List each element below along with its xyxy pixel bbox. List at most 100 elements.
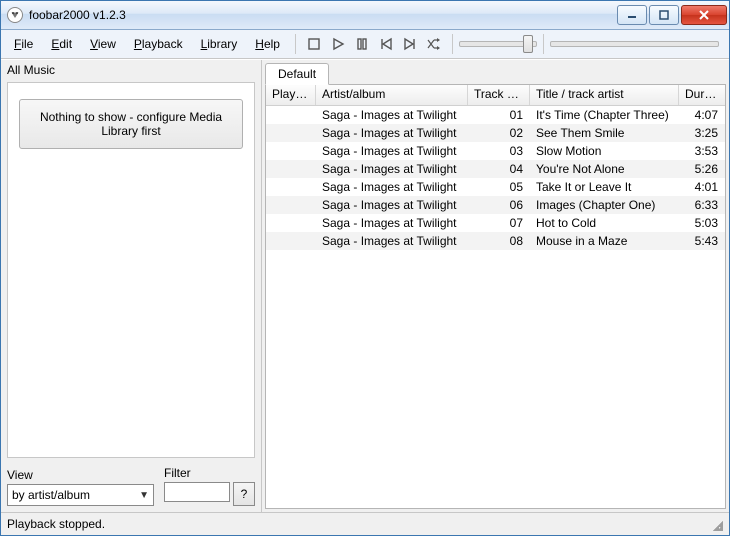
- col-playing[interactable]: Playing: [266, 85, 316, 105]
- cell-trackno: 07: [468, 215, 530, 231]
- table-row[interactable]: Saga - Images at Twilight01It's Time (Ch…: [266, 106, 725, 124]
- cell-title: You're Not Alone: [530, 161, 679, 177]
- cell-trackno: 06: [468, 197, 530, 213]
- cell-title: Slow Motion: [530, 143, 679, 159]
- seek-slider[interactable]: [550, 35, 719, 53]
- cell-playing: [266, 132, 316, 134]
- resize-grip[interactable]: [709, 517, 723, 531]
- view-dropdown-value: by artist/album: [12, 488, 90, 502]
- cell-trackno: 04: [468, 161, 530, 177]
- library-tree[interactable]: Nothing to show - configure Media Librar…: [7, 82, 255, 458]
- playlist-header: Playing Artist/album Track no Title / tr…: [266, 85, 725, 106]
- library-controls: View by artist/album ▼ Filter ?: [1, 462, 261, 512]
- menu-library[interactable]: Library: [192, 33, 247, 55]
- cell-trackno: 02: [468, 125, 530, 141]
- app-icon: [7, 7, 23, 23]
- app-window: foobar2000 v1.2.3 File Edit View Playbac…: [0, 0, 730, 536]
- table-row[interactable]: Saga - Images at Twilight03Slow Motion3:…: [266, 142, 725, 160]
- table-row[interactable]: Saga - Images at Twilight02See Them Smil…: [266, 124, 725, 142]
- cell-artist: Saga - Images at Twilight: [316, 107, 468, 123]
- maximize-button[interactable]: [649, 5, 679, 25]
- col-duration[interactable]: Dura...: [679, 85, 725, 105]
- filter-label: Filter: [164, 466, 255, 480]
- cell-title: See Them Smile: [530, 125, 679, 141]
- cell-duration: 4:07: [679, 107, 725, 123]
- menu-edit[interactable]: Edit: [42, 33, 81, 55]
- playlist-tabs: Default: [262, 60, 729, 84]
- cell-artist: Saga - Images at Twilight: [316, 161, 468, 177]
- library-pane: All Music Nothing to show - configure Me…: [1, 60, 262, 512]
- playlist-pane: Default Playing Artist/album Track no Ti…: [262, 60, 729, 512]
- cell-trackno: 08: [468, 233, 530, 249]
- cell-artist: Saga - Images at Twilight: [316, 125, 468, 141]
- cell-artist: Saga - Images at Twilight: [316, 179, 468, 195]
- table-row[interactable]: Saga - Images at Twilight05Take It or Le…: [266, 178, 725, 196]
- cell-playing: [266, 240, 316, 242]
- toolbar-separator: [295, 34, 296, 54]
- menu-help[interactable]: Help: [246, 33, 289, 55]
- cell-duration: 4:01: [679, 179, 725, 195]
- library-pane-header: All Music: [1, 60, 261, 80]
- col-artist[interactable]: Artist/album: [316, 85, 468, 105]
- table-row[interactable]: Saga - Images at Twilight07Hot to Cold5:…: [266, 214, 725, 232]
- menu-file[interactable]: File: [5, 33, 42, 55]
- table-row[interactable]: Saga - Images at Twilight04You're Not Al…: [266, 160, 725, 178]
- play-button[interactable]: [327, 33, 349, 55]
- cell-artist: Saga - Images at Twilight: [316, 233, 468, 249]
- table-row[interactable]: Saga - Images at Twilight08Mouse in a Ma…: [266, 232, 725, 250]
- statusbar: Playback stopped.: [1, 512, 729, 535]
- cell-trackno: 01: [468, 107, 530, 123]
- cell-title: Mouse in a Maze: [530, 233, 679, 249]
- cell-trackno: 03: [468, 143, 530, 159]
- cell-artist: Saga - Images at Twilight: [316, 143, 468, 159]
- cell-artist: Saga - Images at Twilight: [316, 197, 468, 213]
- random-button[interactable]: [423, 33, 445, 55]
- table-row[interactable]: Saga - Images at Twilight06Images (Chapt…: [266, 196, 725, 214]
- cell-duration: 5:26: [679, 161, 725, 177]
- menubar: File Edit View Playback Library Help: [1, 30, 729, 59]
- view-dropdown[interactable]: by artist/album ▼: [7, 484, 154, 506]
- menu-playback[interactable]: Playback: [125, 33, 192, 55]
- cell-duration: 3:25: [679, 125, 725, 141]
- cell-duration: 5:43: [679, 233, 725, 249]
- stop-button[interactable]: [303, 33, 325, 55]
- cell-playing: [266, 186, 316, 188]
- cell-playing: [266, 150, 316, 152]
- col-trackno[interactable]: Track no: [468, 85, 530, 105]
- cell-trackno: 05: [468, 179, 530, 195]
- filter-input[interactable]: [164, 482, 230, 502]
- tab-default[interactable]: Default: [265, 63, 329, 85]
- playlist: Playing Artist/album Track no Title / tr…: [265, 84, 726, 509]
- toolbar-separator-3: [543, 34, 544, 54]
- pause-button[interactable]: [351, 33, 373, 55]
- cell-title: Take It or Leave It: [530, 179, 679, 195]
- view-label: View: [7, 468, 154, 482]
- minimize-button[interactable]: [617, 5, 647, 25]
- window-title: foobar2000 v1.2.3: [29, 8, 126, 22]
- cell-duration: 6:33: [679, 197, 725, 213]
- prev-button[interactable]: [375, 33, 397, 55]
- library-empty-button[interactable]: Nothing to show - configure Media Librar…: [19, 99, 243, 149]
- cell-playing: [266, 114, 316, 116]
- cell-playing: [266, 168, 316, 170]
- cell-duration: 3:53: [679, 143, 725, 159]
- cell-title: Images (Chapter One): [530, 197, 679, 213]
- toolbar-separator-2: [452, 34, 453, 54]
- filter-help-button[interactable]: ?: [233, 482, 255, 506]
- cell-artist: Saga - Images at Twilight: [316, 215, 468, 231]
- window-buttons: [617, 5, 727, 25]
- close-button[interactable]: [681, 5, 727, 25]
- menu-view[interactable]: View: [81, 33, 125, 55]
- col-title[interactable]: Title / track artist: [530, 85, 679, 105]
- cell-title: It's Time (Chapter Three): [530, 107, 679, 123]
- cell-title: Hot to Cold: [530, 215, 679, 231]
- volume-slider[interactable]: [459, 35, 537, 53]
- cell-duration: 5:03: [679, 215, 725, 231]
- chevron-down-icon: ▼: [139, 490, 149, 501]
- titlebar[interactable]: foobar2000 v1.2.3: [1, 1, 729, 30]
- status-text: Playback stopped.: [7, 517, 105, 531]
- playlist-rows[interactable]: Saga - Images at Twilight01It's Time (Ch…: [266, 106, 725, 508]
- body: All Music Nothing to show - configure Me…: [1, 59, 729, 512]
- cell-playing: [266, 204, 316, 206]
- next-button[interactable]: [399, 33, 421, 55]
